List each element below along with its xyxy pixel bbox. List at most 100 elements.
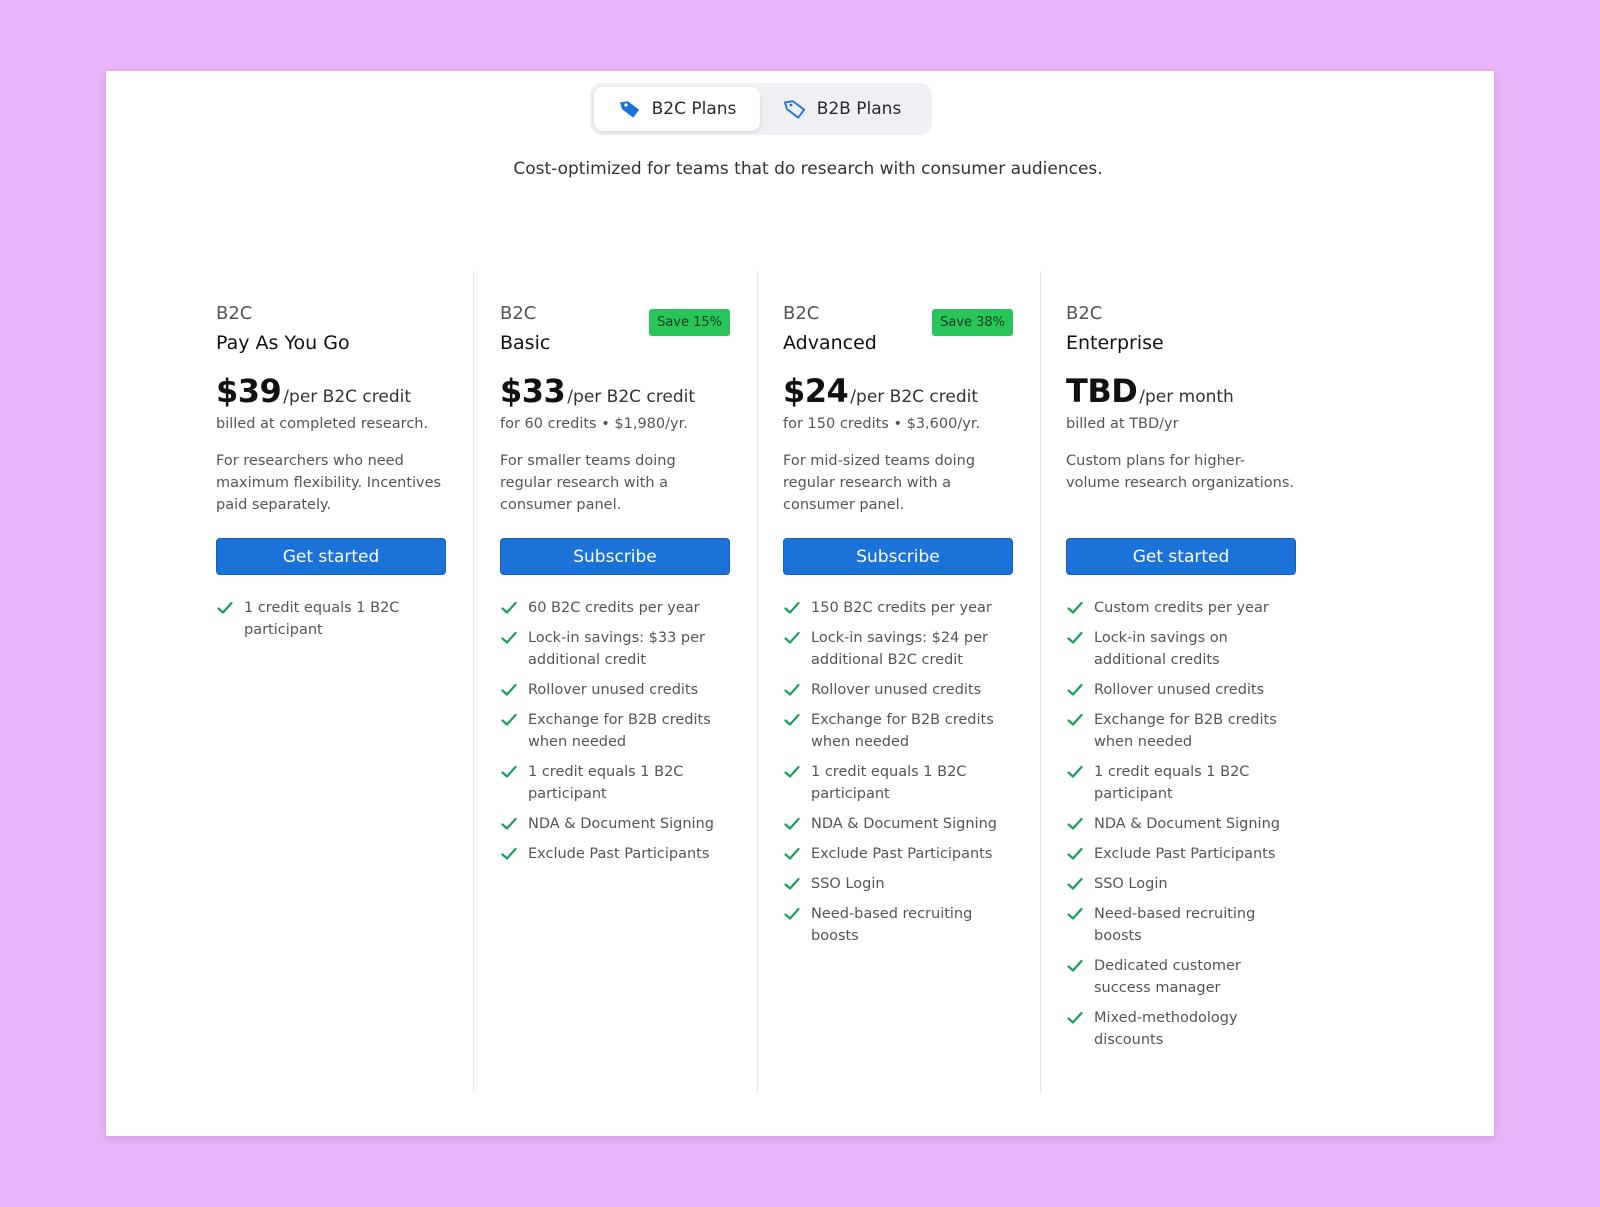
plan-column-advanced: B2C Advanced Save 38% $24 /per B2C credi…	[783, 271, 1067, 1093]
plan-eyebrow: B2C	[1066, 303, 1103, 324]
feature-text: 1 credit equals 1 B2C participant	[811, 764, 967, 802]
subscribe-button[interactable]: Subscribe	[500, 538, 730, 575]
plan-description: For researchers who need maximum flexibi…	[216, 453, 442, 513]
plan-price: $24	[783, 372, 849, 410]
feature-item: Exchange for B2B credits when needed	[1066, 709, 1296, 753]
feature-item: SSO Login	[783, 873, 1013, 895]
feature-item: Lock-in savings: $33 per additional cred…	[500, 627, 730, 671]
feature-text: NDA & Document Signing	[811, 816, 997, 832]
feature-text: 1 credit equals 1 B2C participant	[1094, 764, 1250, 802]
plan-type-toggle: B2C Plans B2B Plans	[590, 83, 932, 135]
checkmark-icon	[1067, 765, 1083, 778]
feature-list: 60 B2C credits per year Lock-in savings: …	[500, 597, 730, 865]
checkmark-icon	[501, 847, 517, 860]
feature-item: SSO Login	[1066, 873, 1296, 895]
feature-item: 1 credit equals 1 B2C participant	[783, 761, 1013, 805]
feature-text: Rollover unused credits	[811, 682, 982, 698]
checkmark-icon	[784, 713, 800, 726]
price-unit: /per B2C credit	[567, 387, 696, 407]
feature-text: Exchange for B2B credits when needed	[1094, 712, 1277, 750]
price-row: $33 /per B2C credit	[500, 372, 730, 410]
plan-description: For mid-sized teams doing regular resear…	[783, 453, 976, 513]
plan-description: Custom plans for higher-volume research …	[1066, 453, 1294, 491]
feature-text: 60 B2C credits per year	[528, 600, 700, 616]
feature-item: Exclude Past Participants	[1066, 843, 1296, 865]
feature-item: Rollover unused credits	[1066, 679, 1296, 701]
feature-list: 1 credit equals 1 B2C participant	[216, 597, 446, 641]
feature-item: Custom credits per year	[1066, 597, 1296, 619]
price-row: $24 /per B2C credit	[783, 372, 1013, 410]
feature-item: 1 credit equals 1 B2C participant	[216, 597, 446, 641]
billing-note: billed at TBD/yr	[1066, 416, 1179, 432]
feature-item: Mixed-methodology discounts	[1066, 1007, 1296, 1051]
checkmark-icon	[1067, 713, 1083, 726]
column-divider	[1040, 271, 1041, 1093]
checkmark-icon	[1067, 877, 1083, 890]
feature-item: 1 credit equals 1 B2C participant	[1066, 761, 1296, 805]
feature-text: 150 B2C credits per year	[811, 600, 992, 616]
feature-item: Exchange for B2B credits when needed	[783, 709, 1013, 753]
feature-text: Exchange for B2B credits when needed	[811, 712, 994, 750]
feature-list: 150 B2C credits per year Lock-in savings:…	[783, 597, 1013, 947]
checkmark-icon	[1067, 847, 1083, 860]
feature-item: 150 B2C credits per year	[783, 597, 1013, 619]
checkmark-icon	[784, 631, 800, 644]
checkmark-icon	[501, 817, 517, 830]
price-row: $39 /per B2C credit	[216, 372, 446, 410]
feature-text: Exclude Past Participants	[1094, 846, 1276, 862]
feature-text: SSO Login	[1094, 876, 1168, 892]
checkmark-icon	[1067, 1011, 1083, 1024]
checkmark-icon	[784, 817, 800, 830]
feature-item: Need-based recruiting boosts	[1066, 903, 1296, 947]
feature-item: Exclude Past Participants	[783, 843, 1013, 865]
feature-item: NDA & Document Signing	[783, 813, 1013, 835]
get-started-button[interactable]: Get started	[1066, 538, 1296, 575]
price-row: TBD /per month	[1066, 372, 1296, 410]
checkmark-icon	[501, 631, 517, 644]
feature-text: Exclude Past Participants	[811, 846, 993, 862]
checkmark-icon	[1067, 601, 1083, 614]
feature-text: Lock-in savings: $24 per additional B2C …	[811, 630, 988, 668]
billing-note: billed at completed research.	[216, 416, 429, 432]
get-started-button[interactable]: Get started	[216, 538, 446, 575]
price-unit: /per B2C credit	[283, 387, 412, 407]
feature-text: NDA & Document Signing	[1094, 816, 1280, 832]
feature-text: Lock-in savings on additional credits	[1094, 630, 1228, 668]
tab-b2b-plans[interactable]: B2B Plans	[760, 87, 924, 131]
feature-text: 1 credit equals 1 B2C participant	[244, 600, 400, 638]
feature-item: Lock-in savings: $24 per additional B2C …	[783, 627, 1013, 671]
pricing-card: B2C Plans B2B Plans Cost-optimized for t…	[106, 71, 1494, 1136]
feature-text: Dedicated customer success manager	[1094, 958, 1241, 996]
tag-outline-icon	[783, 100, 806, 119]
checkmark-icon	[784, 765, 800, 778]
feature-item: Rollover unused credits	[500, 679, 730, 701]
checkmark-icon	[1067, 683, 1083, 696]
plan-column-enterprise: B2C Enterprise TBD /per month billed at …	[1066, 271, 1350, 1093]
feature-item: Need-based recruiting boosts	[783, 903, 1013, 947]
checkmark-icon	[784, 683, 800, 696]
savings-badge: Save 38%	[932, 309, 1013, 336]
feature-text: Exchange for B2B credits when needed	[528, 712, 711, 750]
page-subtitle: Cost-optimized for teams that do researc…	[513, 159, 1103, 179]
checkmark-icon	[1067, 817, 1083, 830]
feature-item: 60 B2C credits per year	[500, 597, 730, 619]
feature-text: Need-based recruiting boosts	[1094, 906, 1256, 944]
tab-label: B2B Plans	[816, 99, 902, 119]
subscribe-button[interactable]: Subscribe	[783, 538, 1013, 575]
checkmark-icon	[784, 877, 800, 890]
checkmark-icon	[501, 713, 517, 726]
savings-badge: Save 15%	[649, 309, 730, 336]
feature-text: SSO Login	[811, 876, 885, 892]
feature-item: Exclude Past Participants	[500, 843, 730, 865]
feature-text: Rollover unused credits	[1094, 682, 1265, 698]
column-divider	[757, 271, 758, 1093]
feature-text: Lock-in savings: $33 per additional cred…	[528, 630, 705, 668]
plan-name: Enterprise	[1066, 332, 1164, 354]
feature-item: NDA & Document Signing	[1066, 813, 1296, 835]
feature-item: 1 credit equals 1 B2C participant	[500, 761, 730, 805]
billing-note: for 60 credits • $1,980/yr.	[500, 416, 688, 432]
tab-b2c-plans[interactable]: B2C Plans	[594, 87, 760, 131]
feature-item: NDA & Document Signing	[500, 813, 730, 835]
checkmark-icon	[217, 601, 233, 614]
feature-list: Custom credits per year Lock-in savings o…	[1066, 597, 1296, 1051]
